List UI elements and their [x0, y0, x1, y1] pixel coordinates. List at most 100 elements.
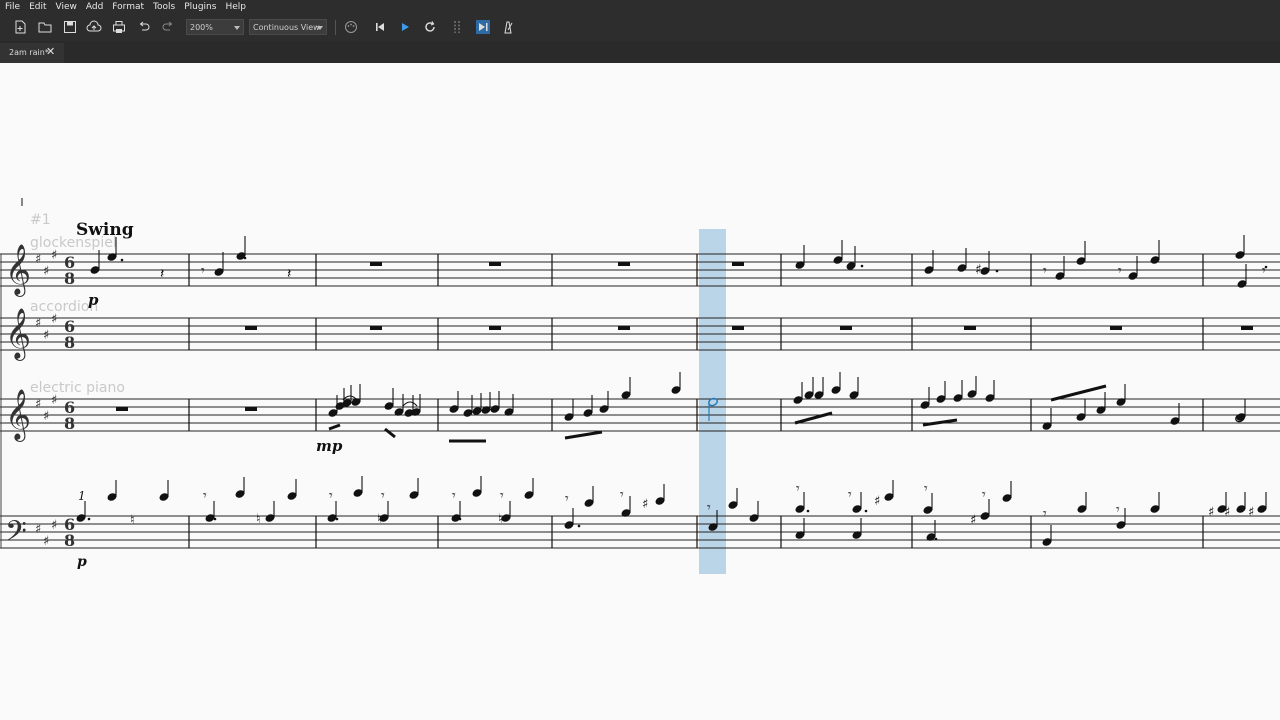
undo-icon[interactable] [134, 17, 154, 37]
eighth-rest: 𝄾 [1043, 263, 1047, 279]
measure-rest [245, 326, 257, 330]
augmentation-dot [213, 517, 217, 521]
menu-format[interactable]: Format [107, 0, 148, 14]
eighth-rest: 𝄾 [381, 488, 385, 504]
augmentation-dot [243, 256, 247, 260]
dynamic-marking-glock: p [88, 291, 99, 309]
dynamic-marking-epiano: mp [316, 437, 343, 455]
augmentation-dot [806, 509, 810, 513]
treble-clef: 𝄞 [5, 308, 31, 361]
accidental-sharp: ♯ [1248, 505, 1254, 520]
loop-icon[interactable] [420, 17, 440, 37]
augmentation-dot [335, 517, 339, 521]
accidental-sharp: ♯ [975, 262, 982, 278]
quarter-rest: 𝄽 [160, 266, 164, 282]
accidental-sharp: ♯ [642, 497, 648, 512]
open-folder-icon[interactable] [35, 17, 55, 37]
augmentation-dot [120, 258, 124, 262]
measure-rest [618, 326, 630, 330]
eighth-rest: 𝄾 [238, 488, 242, 504]
key-signature-sharp: ♯ [35, 397, 41, 412]
menu-plugins[interactable]: Plugins [179, 0, 220, 14]
midi-input-icon[interactable] [341, 17, 361, 37]
play-icon[interactable] [395, 17, 415, 37]
score-page: 𝄞 ♯♯♯ 68𝄞 ♯♯♯ 68𝄞 ♯♯♯ 68𝄢 ♯♯♯ 68𝄽 𝄽𝄾 𝄾 𝄾 𝄾 𝄾♯♮ ♮ ♮ ♮♯ ♯♯♯… [0, 198, 1280, 555]
chevron-down-icon [234, 26, 240, 30]
time-signature-denominator: 8 [64, 531, 75, 550]
close-icon[interactable]: ✕ [46, 45, 55, 58]
measure-rest [370, 326, 382, 330]
rewind-icon[interactable] [370, 17, 390, 37]
measure-rest [840, 326, 852, 330]
accidental-natural: ♮ [498, 512, 503, 527]
eighth-rest: 𝄾 [707, 500, 711, 516]
measure-rest [1110, 326, 1122, 330]
beam [794, 411, 833, 425]
accidental-natural: ♮ [256, 512, 261, 527]
print-icon[interactable] [109, 17, 129, 37]
chevron-down-icon [317, 26, 323, 30]
augmentation-dot [995, 269, 999, 273]
save-icon[interactable] [60, 17, 80, 37]
measure-rest [245, 407, 257, 411]
measure-rest [732, 262, 744, 266]
zoom-value: 200% [190, 23, 213, 32]
eighth-rest: 𝄾 [452, 488, 456, 504]
menu-add[interactable]: Add [81, 0, 107, 14]
instrument-name-electric-piano: electric piano [30, 380, 125, 396]
eighth-rest: 𝄾 [620, 487, 624, 503]
fingering-mark: 1 [78, 489, 86, 503]
view-mode-value: Continuous View [253, 23, 320, 32]
accidental-natural: ♮ [130, 513, 135, 528]
loop-in-out-icon[interactable] [447, 17, 467, 37]
quarter-rest: 𝄽 [287, 266, 291, 282]
toolbar: 200% Continuous View [0, 14, 1280, 41]
cloud-upload-icon[interactable] [84, 17, 104, 37]
score-canvas[interactable]: 𝄞 ♯ ♯ ♯ 6 8 𝄞 ♯ ♯ ♯ 6 8 𝄞 ♯ ♯ ♯ 6 8 𝄢 ♯ ♯ ♯ 6 8 𝄽 𝄽 𝄾 𝄾 𝄾 𝄾 𝄾 ♯ ♮ ♮ ♮ ♮ ♯ ♯ ♯ ♯… [0, 63, 1280, 720]
menu-file[interactable]: File [0, 0, 24, 14]
eighth-rest: 𝄾 [329, 488, 333, 504]
zoom-combobox[interactable]: 200% [186, 19, 244, 35]
time-signature-denominator: 8 [64, 414, 75, 433]
eighth-rest: 𝄾 [201, 263, 205, 279]
measure-rest [964, 326, 976, 330]
beam [564, 430, 603, 440]
time-signature-denominator: 8 [64, 269, 75, 288]
augmentation-dot [458, 517, 462, 521]
eighth-rest: 𝄾 [796, 481, 800, 497]
tab-label: 2am rain* [9, 48, 49, 57]
beam [1050, 384, 1107, 402]
tab-2am-rain[interactable]: 2am rain* ✕ [0, 43, 64, 63]
metronome-icon[interactable] [498, 17, 518, 37]
menu-help[interactable]: Help [220, 0, 250, 14]
menu-view[interactable]: View [51, 0, 81, 14]
accidental-sharp: ♯ [970, 513, 976, 528]
measure-rest [489, 262, 501, 266]
measure-rest [618, 262, 630, 266]
playback-from-selection-icon[interactable] [473, 17, 493, 37]
key-signature-sharp: ♯ [43, 409, 49, 424]
augmentation-dot [860, 264, 864, 268]
document-tab-bar: 2am rain* ✕ [0, 41, 1280, 63]
new-file-icon[interactable] [10, 17, 30, 37]
menu-tools[interactable]: Tools [148, 0, 179, 14]
eighth-rest: 𝄾 [1043, 506, 1047, 522]
menu-edit[interactable]: Edit [24, 0, 50, 14]
treble-clef: 𝄞 [5, 244, 31, 297]
bass-clef: 𝄢 [5, 515, 27, 555]
eighth-rest: 𝄾 [500, 488, 504, 504]
measure-rest [370, 262, 382, 266]
eighth-rest: 𝄾 [1118, 263, 1122, 279]
key-signature-sharp: ♯ [43, 264, 49, 279]
accidental-sharp: ♯ [1208, 505, 1214, 520]
eighth-rest: 𝄾 [924, 481, 928, 497]
measure-rest [489, 326, 501, 330]
dynamic-marking-bass: p [77, 554, 87, 570]
measure-rest [1241, 326, 1253, 330]
view-mode-select[interactable]: Continuous View [249, 19, 327, 35]
key-signature-sharp: ♯ [35, 522, 41, 537]
redo-icon[interactable] [158, 17, 178, 37]
rehearsal-mark: #1 [30, 212, 51, 228]
augmentation-dot [864, 509, 868, 513]
augmentation-dot [87, 517, 91, 521]
